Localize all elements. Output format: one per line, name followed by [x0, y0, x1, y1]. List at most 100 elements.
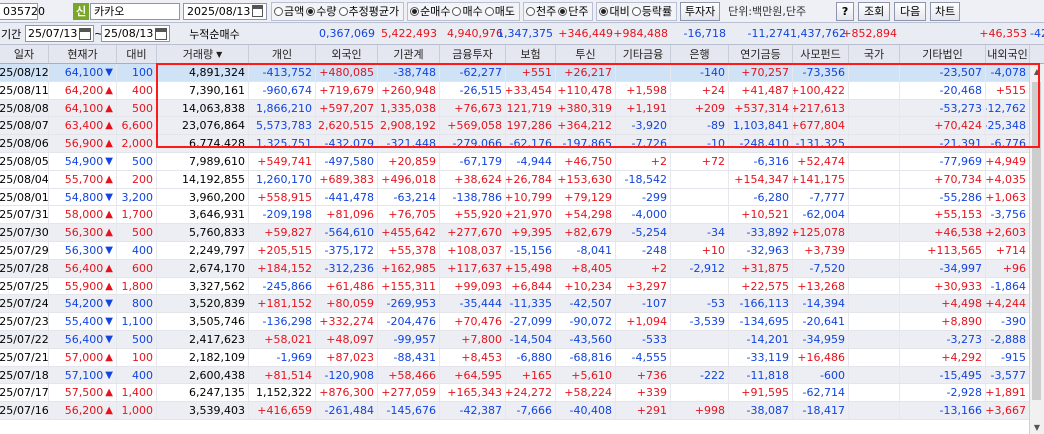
- radio-dot-icon[interactable]: [525, 6, 535, 16]
- column-header[interactable]: 내외국인: [986, 45, 1030, 63]
- investor-value-cell: +2: [616, 152, 671, 170]
- query-date-input[interactable]: 2025/08/13: [183, 2, 267, 20]
- change-cell: 2,000: [117, 135, 157, 153]
- radio-option[interactable]: 등락률: [631, 3, 672, 19]
- help-button[interactable]: ?: [836, 1, 855, 21]
- investor-value-cell: +558,915: [249, 188, 316, 206]
- investor-grid[interactable]: 25/08/12 64,100 ▼ 100 4,891,324 -413,752 +480,…: [0, 64, 1030, 420]
- radio-dot-icon[interactable]: [410, 6, 420, 16]
- search-button[interactable]: 조회: [858, 1, 891, 21]
- radio-dot-icon[interactable]: [484, 6, 494, 16]
- column-header[interactable]: 현재가: [49, 45, 117, 63]
- volume-cell: 4,891,324: [157, 64, 249, 81]
- next-button[interactable]: 다음: [894, 1, 927, 21]
- radio-option[interactable]: 매도: [484, 3, 515, 19]
- table-row[interactable]: 25/07/24 54,200 ▼ 800 3,520,839 +181,152 +80,0…: [0, 295, 1030, 314]
- period-from-input[interactable]: 25/07/13: [25, 25, 94, 42]
- chart-button[interactable]: 차트: [930, 1, 961, 21]
- radio-dot-icon[interactable]: [274, 6, 283, 16]
- calendar-icon[interactable]: [79, 27, 91, 40]
- scroll-up-icon[interactable]: ▲: [1030, 64, 1044, 78]
- radio-option[interactable]: 수량: [306, 3, 337, 19]
- column-header[interactable]: 일자: [0, 45, 49, 63]
- period-from-text: 25/07/13: [28, 27, 78, 40]
- vertical-scrollbar[interactable]: ▲ ▼: [1029, 64, 1044, 434]
- table-row[interactable]: 25/08/11 64,200 ▲ 400 7,390,161 -960,674 +719,…: [0, 81, 1030, 100]
- price-cell: 57,000 ▲: [49, 348, 117, 366]
- column-header[interactable]: 은행: [671, 45, 729, 63]
- table-row[interactable]: 25/08/05 54,900 ▼ 500 7,989,610 +549,741 -497,…: [0, 152, 1030, 171]
- period-to-text: 25/08/13: [104, 27, 154, 40]
- radio-option[interactable]: 대비: [599, 3, 630, 19]
- table-row[interactable]: 25/07/23 55,400 ▼ 1,100 3,505,746 -136,298 +33…: [0, 313, 1030, 331]
- radio-option[interactable]: 천주: [525, 3, 556, 19]
- table-row[interactable]: 25/07/29 56,300 ▼ 400 2,249,797 +205,515 -375,…: [0, 241, 1030, 260]
- table-row[interactable]: 25/07/22 56,400 ▼ 500 2,417,623 +58,021 +48,09…: [0, 330, 1030, 349]
- volume-cell: 6,247,135: [157, 384, 249, 402]
- radio-dot-icon[interactable]: [631, 6, 641, 16]
- table-row[interactable]: 25/07/17 57,500 ▲ 1,400 6,247,135 1,152,322 +8…: [0, 384, 1030, 403]
- scroll-thumb[interactable]: [1032, 82, 1041, 400]
- column-header[interactable]: 국가: [849, 45, 900, 63]
- column-header[interactable]: 금융투자: [440, 45, 506, 63]
- calendar-icon[interactable]: [252, 5, 263, 17]
- table-row[interactable]: 25/07/18 57,100 ▼ 400 2,600,438 +81,514 -120,9…: [0, 366, 1030, 385]
- investor-value-cell: +117,637: [440, 259, 506, 277]
- radio-option[interactable]: 추정평균가: [338, 3, 399, 19]
- table-row[interactable]: 25/07/31 58,000 ▲ 1,700 3,646,931 -209,198 +81…: [0, 206, 1030, 225]
- radio-dot-icon[interactable]: [452, 6, 462, 16]
- table-row[interactable]: 25/08/01 54,800 ▼ 3,200 3,960,200 +558,915 -44…: [0, 188, 1030, 207]
- table-row[interactable]: 25/08/07 63,400 ▲ 6,600 23,076,864 5,573,783 2…: [0, 117, 1030, 136]
- volume-cell: 7,390,161: [157, 81, 249, 99]
- column-header[interactable]: 거래량 ▼: [157, 45, 249, 63]
- radio-option[interactable]: 순매수: [410, 3, 450, 19]
- investor-value-cell: -204,476: [378, 313, 440, 331]
- table-row[interactable]: 25/08/08 64,100 ▲ 500 14,063,838 1,866,210 +59…: [0, 99, 1030, 118]
- top-toolbar: 035720 신 카카오 2025/08/13 금액 수량 추정평균가 순매수 매수 매…: [0, 0, 1044, 23]
- table-row[interactable]: 25/07/30 56,300 ▲ 500 5,760,833 +59,827 -564,6…: [0, 224, 1030, 242]
- column-header[interactable]: 기관계: [378, 45, 440, 63]
- table-row[interactable]: 25/07/25 55,900 ▲ 1,800 3,327,562 -245,866 +61…: [0, 277, 1030, 296]
- table-row[interactable]: 25/07/16 56,200 ▲ 1,000 3,539,403 +416,659 -26…: [0, 402, 1030, 420]
- column-header[interactable]: 연기금등: [729, 45, 793, 63]
- investor-value-cell: -248,410: [729, 135, 793, 153]
- investor-value-cell: +24,272: [506, 384, 556, 402]
- radio-option[interactable]: 금액: [274, 3, 304, 19]
- table-row[interactable]: 25/08/06 56,900 ▲ 2,000 6,774,428 1,325,751 -4…: [0, 135, 1030, 153]
- column-header[interactable]: 사모펀드: [793, 45, 849, 63]
- investor-value-cell: +719,679: [316, 81, 378, 99]
- column-header[interactable]: 대비: [117, 45, 157, 63]
- table-row[interactable]: 25/08/12 64,100 ▼ 100 4,891,324 -413,752 +480,…: [0, 64, 1030, 82]
- investor-button[interactable]: 투자자: [680, 1, 721, 21]
- calendar-icon[interactable]: [155, 27, 167, 40]
- radio-dot-icon[interactable]: [599, 6, 609, 16]
- radio-dot-icon[interactable]: [306, 6, 316, 16]
- price-value: 54,900: [64, 154, 104, 168]
- investor-value-cell: -6,776: [986, 135, 1030, 153]
- column-header[interactable]: 기타법인: [900, 45, 986, 63]
- stock-code-input[interactable]: 035720: [0, 2, 45, 20]
- column-header[interactable]: 보험: [506, 45, 556, 63]
- period-to-input[interactable]: 25/08/13: [101, 25, 170, 42]
- column-header[interactable]: 개인: [249, 45, 316, 63]
- sort-down-icon[interactable]: ▼: [216, 50, 222, 59]
- stock-name-field[interactable]: 카카오: [90, 2, 180, 20]
- scroll-down-icon[interactable]: ▼: [1030, 420, 1044, 434]
- radio-option[interactable]: 단주: [558, 3, 588, 19]
- column-header[interactable]: 외국인: [316, 45, 378, 63]
- table-row[interactable]: 25/08/04 55,700 ▲ 200 14,192,855 1,260,170 +68…: [0, 170, 1030, 189]
- investor-value-cell: -6,880: [506, 348, 556, 366]
- investor-value-cell: [849, 295, 900, 313]
- column-header[interactable]: 기타금융: [616, 45, 671, 63]
- down-arrow-icon: ▼: [105, 369, 113, 381]
- radio-option[interactable]: 매수: [452, 3, 483, 19]
- price-value: 56,900: [64, 137, 104, 151]
- radio-dot-icon[interactable]: [558, 6, 568, 16]
- radio-dot-icon[interactable]: [338, 6, 348, 16]
- volume-cell: 6,774,428: [157, 135, 249, 153]
- table-row[interactable]: 25/07/28 56,400 ▲ 600 2,674,170 +184,152 -312,…: [0, 259, 1030, 278]
- table-row[interactable]: 25/07/21 57,000 ▲ 100 2,182,109 -1,969 +87,023…: [0, 348, 1030, 367]
- date-cell: 25/07/28: [0, 259, 49, 277]
- investor-value-cell: -18,542: [616, 170, 671, 188]
- column-header[interactable]: 투신: [556, 45, 616, 63]
